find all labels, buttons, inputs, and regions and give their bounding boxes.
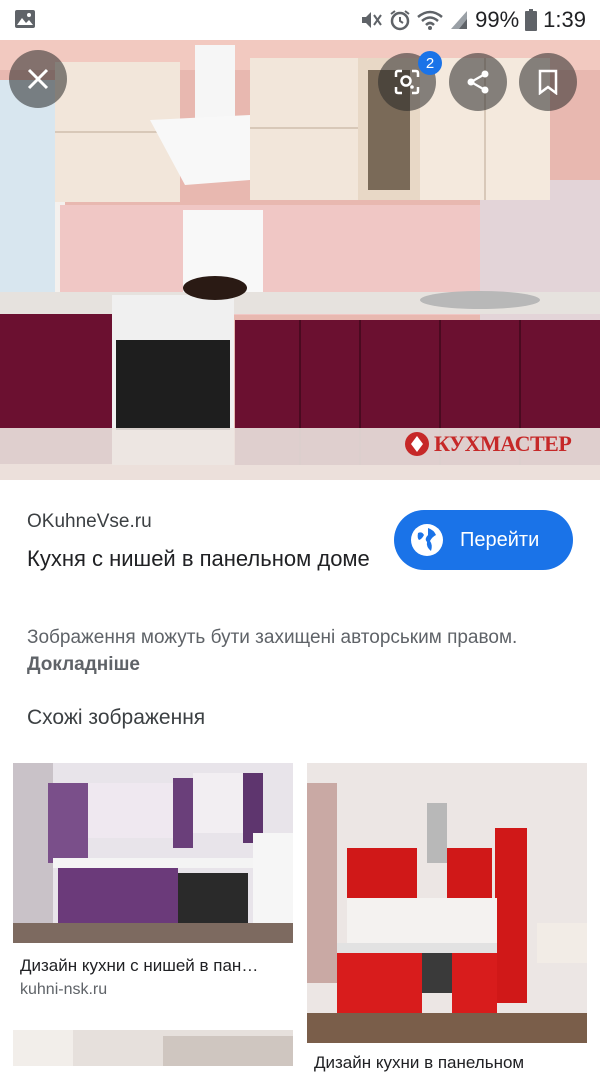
share-icon (467, 70, 489, 94)
visit-button-label: Перейти (460, 528, 540, 551)
alarm-icon (389, 9, 411, 31)
result-title[interactable]: Кухня с нишей в панельном доме (27, 542, 387, 575)
copyright-notice: Зображення можуть бути захищені авторськ… (27, 624, 547, 678)
visit-button[interactable]: Перейти (394, 510, 573, 570)
result-source[interactable]: OKuhneVse.ru (27, 511, 152, 533)
signal-icon (449, 9, 469, 31)
learn-more-link[interactable]: Докладніше (27, 654, 140, 675)
brand-emblem-icon (405, 432, 429, 456)
close-icon (27, 68, 49, 90)
wifi-icon (417, 9, 443, 31)
close-button[interactable] (9, 50, 67, 108)
lens-badge: 2 (418, 51, 442, 75)
save-button[interactable] (519, 53, 577, 111)
status-bar: 99% 1:39 (0, 0, 600, 40)
bookmark-icon (538, 69, 558, 95)
battery-icon (525, 9, 538, 31)
similar-image-1[interactable] (13, 763, 293, 943)
clock: 1:39 (543, 7, 586, 32)
battery-percent: 99% (475, 7, 520, 32)
gallery-notification-icon (14, 9, 36, 29)
similar-source-1[interactable]: kuhni-nsk.ru (20, 981, 107, 999)
main-image[interactable] (0, 40, 600, 480)
share-button[interactable] (449, 53, 507, 111)
similar-caption-2[interactable]: Дизайн кухни в панельном (314, 1053, 582, 1073)
watermark-logo: КУХМАСТЕР (404, 431, 572, 457)
lens-icon (394, 69, 420, 95)
mute-icon (359, 9, 383, 31)
watermark-brand: КУХМАСТЕР (434, 431, 572, 456)
copyright-text: Зображення можуть бути захищені авторськ… (27, 627, 518, 648)
similar-caption-1[interactable]: Дизайн кухни с нишей в пан… (20, 956, 288, 976)
similar-images-heading: Схожі зображення (27, 706, 206, 729)
similar-image-3[interactable] (13, 1030, 293, 1066)
globe-icon (411, 524, 443, 556)
similar-image-2[interactable] (307, 763, 587, 1043)
